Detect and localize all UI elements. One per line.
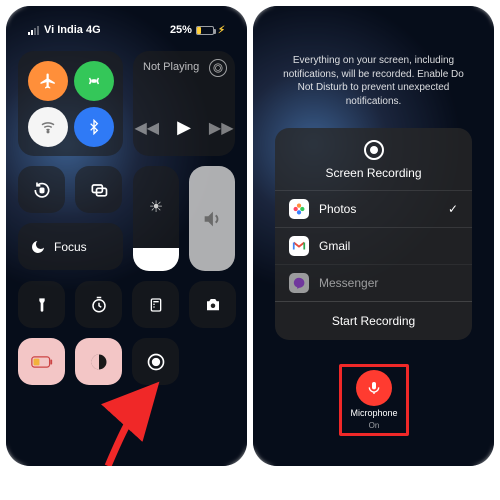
flashlight-button[interactable] (18, 281, 65, 328)
option-label: Gmail (319, 239, 350, 253)
recording-info-text: Everything on your screen, including not… (275, 54, 472, 108)
check-icon: ✓ (448, 202, 458, 216)
option-messenger[interactable]: Messenger (275, 264, 472, 301)
brightness-icon: ☀ (133, 166, 179, 248)
low-power-button[interactable] (18, 338, 65, 385)
airplane-mode-toggle[interactable] (28, 61, 68, 101)
photos-app-icon (289, 199, 309, 219)
status-bar: Vi India 4G 25% ⚡︎ (6, 24, 247, 36)
microphone-icon (366, 380, 382, 396)
signal-icon (28, 26, 39, 35)
screen-recording-sheet-screen: Everything on your screen, including not… (253, 6, 494, 466)
media-tile[interactable]: Not Playing ◀◀ ▶ ▶▶ (133, 51, 235, 156)
next-track-icon[interactable]: ▶▶ (209, 118, 234, 138)
volume-icon (201, 208, 223, 230)
screen-recording-sheet: Screen Recording Photos ✓ Gmail Messenge… (275, 128, 472, 340)
option-label: Messenger (319, 276, 378, 290)
volume-slider[interactable] (189, 166, 235, 271)
control-center-screen: Vi India 4G 25% ⚡︎ Not Playing (6, 6, 247, 466)
calculator-button[interactable] (132, 281, 179, 328)
gmail-app-icon (289, 236, 309, 256)
battery-icon (196, 26, 214, 35)
timer-button[interactable] (75, 281, 122, 328)
start-recording-button[interactable]: Start Recording (275, 301, 472, 340)
option-gmail[interactable]: Gmail (275, 227, 472, 264)
microphone-toggle[interactable] (356, 370, 392, 406)
microphone-highlight: Microphone On (339, 364, 409, 436)
connectivity-tile[interactable] (18, 51, 123, 156)
messenger-app-icon (289, 273, 309, 293)
start-label: Start Recording (332, 314, 415, 328)
airplay-icon[interactable] (209, 59, 227, 77)
camera-button[interactable] (189, 281, 236, 328)
microphone-label: Microphone (350, 409, 397, 419)
option-photos[interactable]: Photos ✓ (275, 190, 472, 227)
carrier-label: Vi India 4G (44, 24, 101, 36)
screen-mirror-button[interactable] (75, 166, 122, 213)
rotation-lock-toggle[interactable] (18, 166, 65, 213)
wifi-toggle[interactable] (28, 107, 68, 147)
microphone-state: On (369, 421, 380, 430)
bluetooth-toggle[interactable] (74, 107, 114, 147)
sheet-title: Screen Recording (325, 166, 421, 180)
cellular-data-toggle[interactable] (74, 61, 114, 101)
moon-icon (30, 239, 46, 255)
prev-track-icon[interactable]: ◀◀ (134, 118, 159, 138)
record-icon (364, 140, 384, 160)
brightness-slider[interactable]: ☀ (133, 166, 179, 271)
battery-pct: 25% (170, 24, 192, 36)
focus-label: Focus (54, 240, 87, 254)
option-label: Photos (319, 202, 356, 216)
charging-icon: ⚡︎ (218, 25, 225, 36)
annotation-arrow (100, 378, 172, 466)
play-icon[interactable]: ▶ (177, 117, 191, 138)
focus-button[interactable]: Focus (18, 223, 123, 270)
